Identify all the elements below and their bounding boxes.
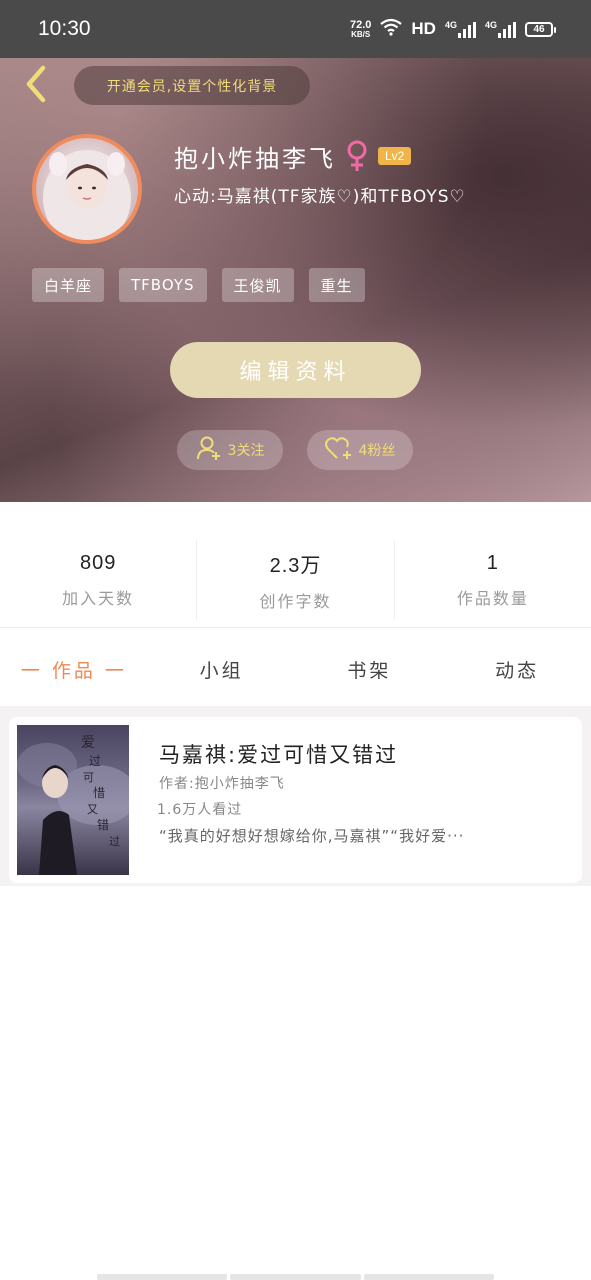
stat-label: 创作字数 xyxy=(259,591,332,611)
tab-groups[interactable]: 小组 xyxy=(148,643,296,695)
network-speed: 72.0 KB/S xyxy=(349,18,372,39)
add-user-icon xyxy=(196,435,222,465)
status-time: 10:30 xyxy=(38,17,91,40)
stat-join-days: 809 加入天数 xyxy=(0,540,196,620)
level-badge: Lv2 xyxy=(378,147,412,165)
stat-value: 1 xyxy=(486,551,499,574)
work-card[interactable]: 爱 过 可 惜 又 错 过 马嘉祺:爱过可惜又错过 作者:抱小炸抽李飞 1.6万… xyxy=(9,717,582,883)
followers-button[interactable]: 4粉丝 xyxy=(307,430,413,470)
female-icon xyxy=(344,140,370,172)
chevron-left-icon xyxy=(23,64,49,108)
home-indicator xyxy=(97,1274,494,1280)
stat-value: 2.3万 xyxy=(269,554,322,577)
battery-level: 46 xyxy=(533,23,545,35)
stat-label: 作品数量 xyxy=(456,588,529,608)
cover-title-char: 爱 xyxy=(81,735,95,751)
cover-title-char: 过 xyxy=(89,754,101,768)
stat-word-count: 2.3万 创作字数 xyxy=(196,540,393,620)
tab-activity[interactable]: 动态 xyxy=(443,643,591,695)
work-author: 作者:抱小炸抽李飞 xyxy=(159,776,285,792)
username: 抱小炸抽李飞 xyxy=(174,144,336,173)
hd-indicator: HD xyxy=(411,19,436,38)
wifi-icon xyxy=(380,18,403,41)
heart-plus-icon xyxy=(324,436,353,464)
back-button[interactable] xyxy=(16,64,56,108)
network-type-2: 4G xyxy=(484,20,497,30)
tag-item[interactable]: TFBOYS xyxy=(119,268,207,302)
cover-title-char: 惜 xyxy=(93,786,105,800)
followers-count: 4粉丝 xyxy=(358,443,396,459)
cover-title-char: 过 xyxy=(109,835,120,848)
tab-bookshelf[interactable]: 书架 xyxy=(296,643,444,695)
battery-icon: 46 xyxy=(525,21,556,37)
stat-value: 809 xyxy=(79,551,117,574)
stat-label: 加入天数 xyxy=(62,588,135,608)
cover-title-char: 错 xyxy=(97,818,109,832)
vip-background-banner[interactable]: 开通会员,设置个性化背景 xyxy=(74,66,310,105)
work-title: 马嘉祺:爱过可惜又错过 xyxy=(159,743,399,767)
tab-works[interactable]: 一 作品 一 xyxy=(0,643,148,695)
network-speed-unit: KB/S xyxy=(351,29,371,39)
network-type-1: 4G xyxy=(444,20,457,30)
signal-icon-2: 4G xyxy=(485,20,516,38)
divider xyxy=(0,627,591,628)
cover-title-char: 又 xyxy=(87,803,98,816)
network-speed-value: 72.0 xyxy=(349,18,372,31)
tag-item[interactable]: 王俊凯 xyxy=(221,268,294,302)
tag-item[interactable]: 白羊座 xyxy=(32,268,105,302)
profile-stats: 809 加入天数 2.3万 创作字数 1 作品数量 xyxy=(0,540,591,620)
following-count: 3关注 xyxy=(227,443,265,459)
cover-title-char: 可 xyxy=(83,771,94,784)
profile-tags: 白羊座 TFBOYS 王俊凯 重生 xyxy=(32,268,365,302)
profile-signature: 心动:马嘉祺(TF家族♡)和TFBOYS♡ xyxy=(174,187,466,207)
profile-tabs: 一 作品 一 小组 书架 动态 xyxy=(0,643,591,695)
status-bar: 10:30 72.0 KB/S HD 4G 4G 46 xyxy=(0,0,591,58)
work-views: 1.6万人看过 xyxy=(157,802,243,818)
edit-profile-button[interactable]: 编辑资料 xyxy=(170,342,421,398)
following-button[interactable]: 3关注 xyxy=(177,430,283,470)
status-icons: 72.0 KB/S HD 4G 4G 46 xyxy=(349,18,556,41)
stat-works-count: 1 作品数量 xyxy=(393,540,591,620)
profile-name-row: 抱小炸抽李飞 Lv2 xyxy=(174,140,412,173)
tag-item[interactable]: 重生 xyxy=(308,268,365,302)
signal-icon: 4G xyxy=(445,20,476,38)
avatar[interactable] xyxy=(32,134,142,244)
work-cover-image: 爱 过 可 惜 又 错 过 xyxy=(17,725,129,875)
work-excerpt: “我真的好想好想嫁给你,马嘉祺”“我好爱··· xyxy=(159,827,465,845)
